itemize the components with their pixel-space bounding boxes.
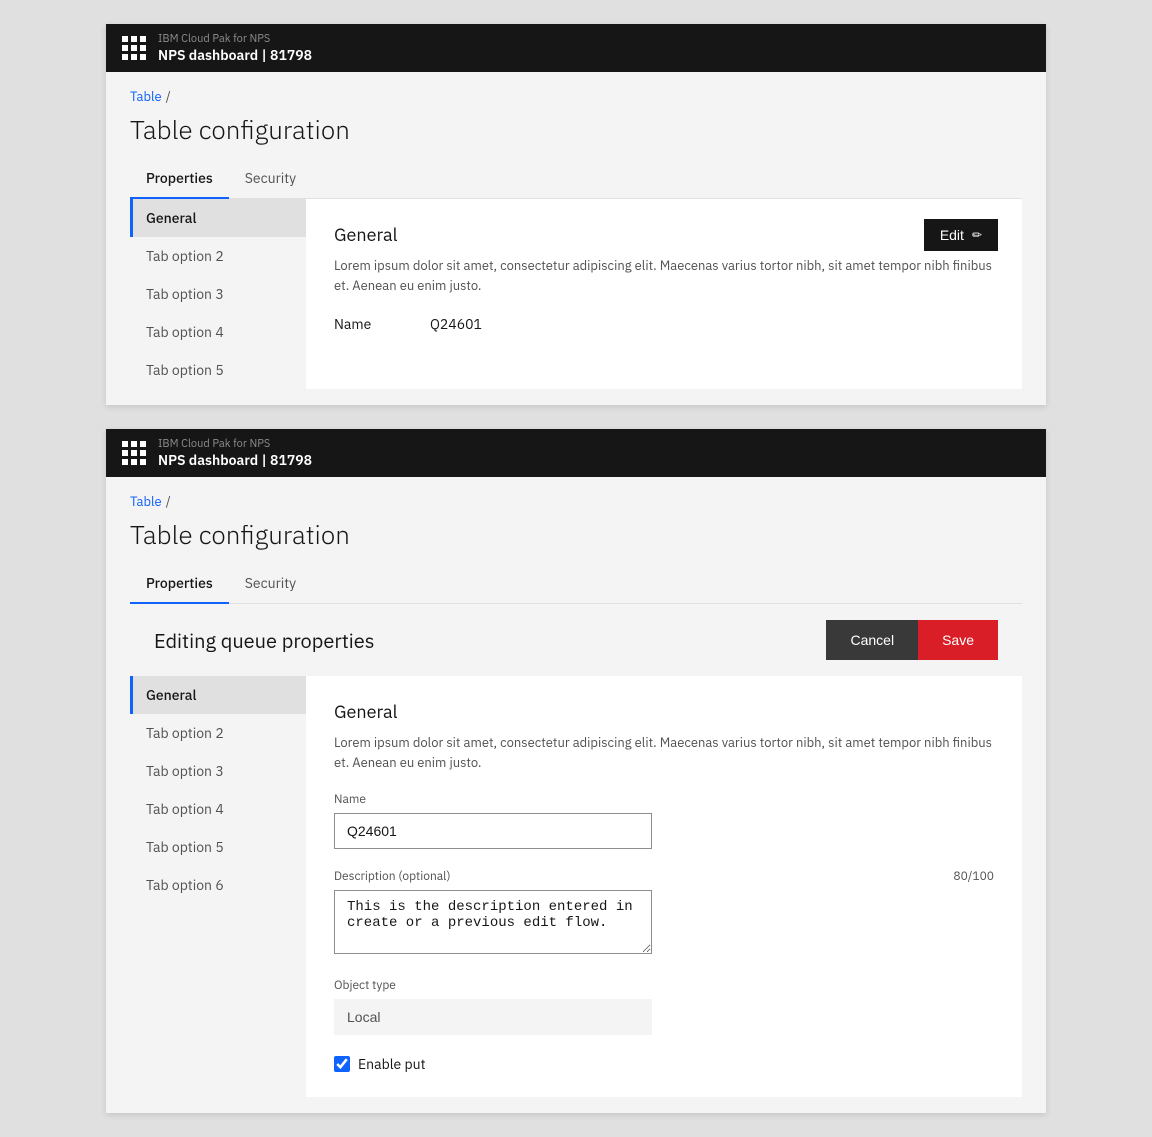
form-label-object-type: Object type	[334, 978, 994, 993]
enable-put-label[interactable]: Enable put	[358, 1055, 426, 1073]
form-group-description: Description (optional) 80/100	[334, 869, 994, 958]
app-subtitle: IBM Cloud Pak for NPS	[158, 32, 312, 46]
sidebar-item-tab2-2[interactable]: Tab option 2	[130, 714, 306, 752]
form-label-description: Description (optional) 80/100	[334, 869, 994, 884]
field-value-name: Q24601	[430, 315, 482, 333]
form-group-object-type: Object type	[334, 978, 994, 1035]
sidebar-item-tab3-2[interactable]: Tab option 3	[130, 752, 306, 790]
sidebar-item-general[interactable]: General	[130, 199, 306, 237]
breadcrumb-separator-2: /	[166, 493, 171, 510]
description-textarea[interactable]	[334, 890, 652, 954]
app-title: NPS dashboard | 81798	[158, 46, 312, 64]
edit-button-label: Edit	[940, 227, 964, 243]
breadcrumb-link[interactable]: Table	[130, 88, 162, 105]
edit-button[interactable]: Edit ✏	[924, 219, 998, 251]
checkbox-row-enable-put: Enable put	[334, 1055, 994, 1073]
breadcrumb-2: Table /	[130, 493, 1022, 510]
form-group-name: Name	[334, 792, 994, 849]
tab-security[interactable]: Security	[229, 159, 312, 199]
form-label-name: Name	[334, 792, 994, 807]
tab-properties-2[interactable]: Properties	[130, 564, 229, 604]
sidebar-item-tab5-2[interactable]: Tab option 5	[130, 828, 306, 866]
sidebar-item-tab4-2[interactable]: Tab option 4	[130, 790, 306, 828]
enable-put-checkbox[interactable]	[334, 1056, 350, 1072]
content-area-edit: Table / Table configuration Properties S…	[106, 477, 1046, 1113]
description-counter: 80/100	[953, 869, 994, 884]
content-area-view: Table / Table configuration Properties S…	[106, 72, 1046, 405]
section-title-view: General	[334, 223, 994, 246]
edit-icon: ✏	[972, 228, 982, 242]
main-layout-view: General Tab option 2 Tab option 3 Tab op…	[130, 199, 1022, 389]
sidebar-view: General Tab option 2 Tab option 3 Tab op…	[130, 199, 306, 389]
section-description-edit: Lorem ipsum dolor sit amet, consectetur …	[334, 733, 994, 772]
top-bar: IBM Cloud Pak for NPS NPS dashboard | 81…	[106, 24, 1046, 72]
page-title-2: Table configuration	[130, 518, 1022, 552]
main-layout-edit: General Tab option 2 Tab option 3 Tab op…	[130, 676, 1022, 1097]
sidebar-item-tab6-2[interactable]: Tab option 6	[130, 866, 306, 904]
breadcrumb-link-2[interactable]: Table	[130, 493, 162, 510]
top-bar-2: IBM Cloud Pak for NPS NPS dashboard | 81…	[106, 429, 1046, 477]
breadcrumb: Table /	[130, 88, 1022, 105]
field-row-name: Name Q24601	[334, 315, 994, 333]
grid-icon-2	[122, 441, 146, 465]
sidebar-item-tab2[interactable]: Tab option 2	[130, 237, 306, 275]
grid-icon	[122, 36, 146, 60]
save-button[interactable]: Save	[918, 620, 998, 660]
app-branding: IBM Cloud Pak for NPS NPS dashboard | 81…	[158, 32, 312, 64]
field-label-name: Name	[334, 315, 414, 333]
section-title-edit: General	[334, 700, 994, 723]
sidebar-edit: General Tab option 2 Tab option 3 Tab op…	[130, 676, 306, 1097]
object-type-input	[334, 999, 652, 1035]
page-title: Table configuration	[130, 113, 1022, 147]
card-view-mode: IBM Cloud Pak for NPS NPS dashboard | 81…	[106, 24, 1046, 405]
section-description-view: Lorem ipsum dolor sit amet, consectetur …	[334, 256, 994, 295]
tab-properties[interactable]: Properties	[130, 159, 229, 199]
tabs-bar: Properties Security	[130, 159, 1022, 199]
app-subtitle-2: IBM Cloud Pak for NPS	[158, 437, 312, 451]
section-content-view: Edit ✏ General Lorem ipsum dolor sit ame…	[306, 199, 1022, 389]
editing-title: Editing queue properties	[154, 627, 375, 654]
editing-actions: Cancel Save	[826, 620, 998, 660]
app-branding-2: IBM Cloud Pak for NPS NPS dashboard | 81…	[158, 437, 312, 469]
tabs-bar-2: Properties Security	[130, 564, 1022, 604]
sidebar-item-tab3[interactable]: Tab option 3	[130, 275, 306, 313]
app-title-2: NPS dashboard | 81798	[158, 451, 312, 469]
sidebar-item-general-2[interactable]: General	[130, 676, 306, 714]
card-edit-mode: IBM Cloud Pak for NPS NPS dashboard | 81…	[106, 429, 1046, 1113]
breadcrumb-separator: /	[166, 88, 171, 105]
sidebar-item-tab5[interactable]: Tab option 5	[130, 351, 306, 389]
sidebar-item-tab4[interactable]: Tab option 4	[130, 313, 306, 351]
tab-security-2[interactable]: Security	[229, 564, 312, 604]
editing-header: Editing queue properties Cancel Save	[130, 604, 1022, 676]
section-content-edit: General Lorem ipsum dolor sit amet, cons…	[306, 676, 1022, 1097]
cancel-button[interactable]: Cancel	[826, 620, 918, 660]
name-input[interactable]	[334, 813, 652, 849]
